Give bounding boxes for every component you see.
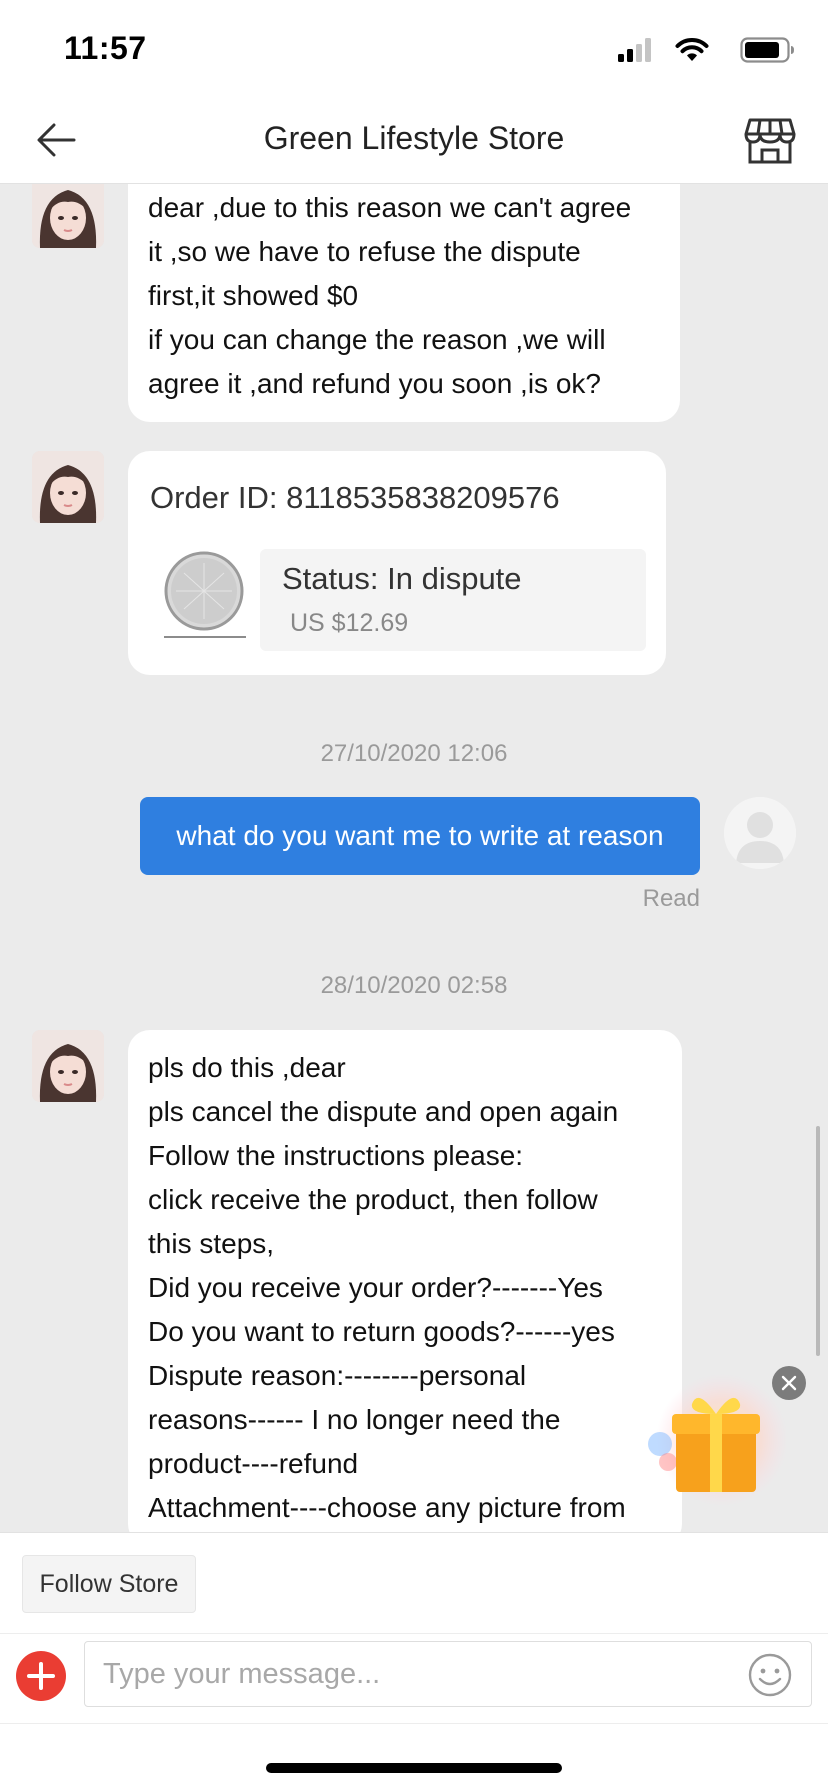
close-gift-button[interactable] [772, 1366, 806, 1400]
order-status: Status: In dispute [282, 561, 522, 596]
seller-avatar[interactable] [32, 1030, 104, 1102]
seller-avatar[interactable] [32, 184, 104, 248]
store-title: Green Lifestyle Store [263, 120, 565, 156]
home-indicator[interactable] [266, 1763, 562, 1773]
seller-portrait-icon [32, 184, 104, 248]
order-status-box: Status: In dispute US $12.69 [260, 549, 646, 651]
message-text: pls do this ,dear pls cancel the dispute… [148, 1052, 626, 1523]
seller-portrait-icon [32, 1030, 104, 1102]
wifi-icon [675, 38, 709, 61]
signal-icon [618, 38, 651, 62]
store-icon[interactable] [742, 112, 798, 168]
incoming-message[interactable]: dear ,due to this reason we can't agree … [128, 184, 680, 422]
outgoing-message[interactable]: what do you want me to write at reason [140, 797, 700, 875]
user-placeholder-icon [724, 797, 796, 869]
chat-scrollbar[interactable] [816, 1126, 820, 1356]
message-input-box[interactable] [84, 1641, 812, 1707]
close-icon [781, 1375, 797, 1391]
bottom-panel: Follow Store [0, 1532, 828, 1792]
message-text: dear ,due to this reason we can't agree … [148, 192, 632, 399]
follow-store-button[interactable]: Follow Store [22, 1555, 196, 1613]
battery-icon [740, 37, 794, 63]
message-timestamp: 27/10/2020 12:06 [320, 740, 508, 767]
divider [0, 1723, 828, 1724]
user-avatar[interactable] [724, 797, 796, 869]
message-timestamp: 28/10/2020 02:58 [320, 972, 508, 999]
status-time: 11:57 [64, 30, 147, 66]
status-icons [596, 36, 796, 66]
plus-icon [27, 1662, 55, 1690]
add-attachment-button[interactable] [16, 1651, 66, 1701]
order-price: US $12.69 [290, 609, 409, 637]
order-card[interactable]: Order ID: 8118535838209576 Status: In di… [128, 451, 666, 675]
incoming-message[interactable]: pls do this ,dear pls cancel the dispute… [128, 1030, 682, 1532]
seller-avatar[interactable] [32, 451, 104, 523]
read-receipt: Read [642, 885, 700, 912]
product-thumbnail[interactable] [158, 547, 254, 643]
message-input[interactable] [103, 1652, 723, 1696]
chat-header: Green Lifestyle Store [0, 96, 828, 184]
status-bar: 11:57 [0, 0, 828, 96]
smiley-icon[interactable] [747, 1652, 793, 1698]
divider [0, 1633, 828, 1634]
chat-message-list[interactable]: dear ,due to this reason we can't agree … [0, 184, 828, 1532]
seller-portrait-icon [32, 451, 104, 523]
order-id: Order ID: 8118535838209576 [150, 480, 560, 515]
gift-icon[interactable] [646, 1370, 786, 1510]
